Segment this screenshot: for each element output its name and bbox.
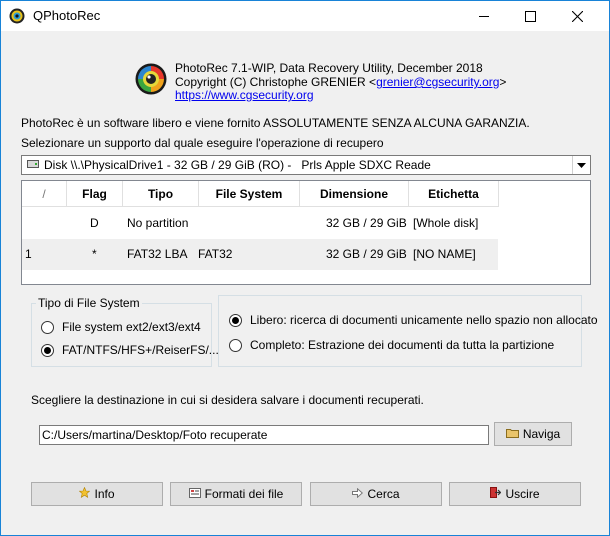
radio-whole-partition[interactable]: Completo: Estrazione dei documenti da tu… (229, 338, 554, 352)
minimize-button[interactable] (461, 1, 507, 31)
search-button-label: Cerca (367, 487, 400, 501)
maximize-icon (524, 10, 536, 22)
row-number: 1 (25, 247, 32, 261)
disk-select[interactable]: Disk \\.\PhysicalDrive1 - 32 GB / 29 GiB… (21, 155, 591, 175)
table-row[interactable]: 1 * FAT32 LBA FAT32 32 GB / 29 GiB [NO N… (22, 239, 498, 270)
qphotorec-window: QPhotoRec PhotoRec 7.1-WIP, Data Recover… (0, 0, 610, 536)
radio-fat-button[interactable] (41, 343, 54, 357)
minimize-icon (479, 16, 489, 17)
folder-icon (505, 427, 519, 441)
close-icon (571, 10, 583, 22)
copyright-prefix: Copyright (C) Christophe GRENIER < (175, 75, 377, 89)
dropdown-arrow-icon[interactable] (572, 156, 590, 174)
copyright-line: Copyright (C) Christophe GRENIER <grenie… (175, 75, 506, 89)
info-star-icon (79, 486, 91, 501)
exit-button[interactable]: Uscire (449, 482, 581, 506)
close-button[interactable] (554, 1, 600, 31)
destination-path-input[interactable] (39, 425, 489, 445)
row-flag: * (92, 247, 97, 261)
table-header: / Flag Tipo File System Dimensione Etich… (22, 181, 590, 207)
browse-button[interactable]: Naviga (494, 422, 572, 446)
radio-fat-label: FAT/NTFS/HFS+/ReiserFS/... (62, 343, 219, 357)
exit-icon (490, 487, 502, 501)
disk-drive-icon (27, 160, 39, 168)
license-text: PhotoRec è un software libero e viene fo… (21, 116, 530, 130)
exit-button-label: Uscire (505, 487, 540, 501)
copyright-suffix: > (499, 75, 507, 89)
info-button-label: Info (94, 487, 115, 501)
radio-free-label: Libero: ricerca di documenti unicamente … (250, 313, 598, 327)
column-header-size[interactable]: Dimensione (300, 181, 409, 207)
radio-ext-label: File system ext2/ext3/ext4 (62, 320, 201, 334)
radio-ext-filesystem[interactable]: File system ext2/ext3/ext4 (41, 320, 201, 334)
row-size: 32 GB / 29 GiB (326, 216, 407, 230)
search-scope-group (218, 295, 582, 367)
radio-whole-label: Completo: Estrazione dei documenti da tu… (250, 338, 555, 352)
search-button[interactable]: Cerca (310, 482, 442, 506)
browse-button-label: Naviga (522, 427, 561, 441)
row-filesystem: FAT32 (198, 247, 233, 261)
table-row[interactable]: D No partition 32 GB / 29 GiB [Whole dis… (22, 208, 498, 239)
search-arrow-icon (352, 487, 364, 501)
radio-fat-filesystem[interactable]: FAT/NTFS/HFS+/ReiserFS/... (41, 343, 219, 357)
radio-free-space[interactable]: Libero: ricerca di documenti unicamente … (229, 313, 598, 327)
column-header-number[interactable]: / (22, 181, 67, 207)
file-formats-button[interactable]: Formati dei file (170, 482, 302, 506)
radio-ext-button[interactable] (41, 320, 54, 334)
column-header-type[interactable]: Tipo (123, 181, 199, 207)
disk-select-value: Disk \\.\PhysicalDrive1 - 32 GB / 29 GiB… (44, 158, 431, 172)
window-title: QPhotoRec (33, 8, 101, 23)
website-link[interactable]: https://www.cgsecurity.org (175, 88, 314, 102)
file-formats-icon (188, 487, 201, 501)
destination-label: Scegliere la destinazione in cui si desi… (31, 393, 424, 407)
row-label: [NO NAME] (413, 247, 476, 261)
email-link[interactable]: grenier@cgsecurity.org (376, 75, 499, 89)
maximize-button[interactable] (507, 1, 553, 31)
radio-free-button[interactable] (229, 313, 242, 327)
photorec-logo-icon (135, 63, 167, 95)
photorec-app-icon (9, 8, 25, 24)
file-formats-button-label: Formati dei file (204, 487, 284, 501)
select-media-label: Selezionare un supporto dal quale esegui… (21, 136, 384, 150)
row-size: 32 GB / 29 GiB (326, 247, 407, 261)
row-type: FAT32 LBA (127, 247, 188, 261)
info-button[interactable]: Info (31, 482, 163, 506)
website-row: https://www.cgsecurity.org (175, 88, 314, 102)
column-header-label[interactable]: Etichetta (409, 181, 499, 207)
column-header-flag[interactable]: Flag (67, 181, 123, 207)
app-version-line: PhotoRec 7.1-WIP, Data Recovery Utility,… (175, 61, 483, 75)
partition-table[interactable]: / Flag Tipo File System Dimensione Etich… (21, 180, 591, 285)
row-label: [Whole disk] (413, 216, 479, 230)
column-header-filesystem[interactable]: File System (199, 181, 300, 207)
row-type: No partition (127, 216, 189, 230)
filesystem-type-legend: Tipo di File System (38, 296, 140, 310)
row-flag: D (90, 216, 99, 230)
title-bar: QPhotoRec (1, 1, 609, 31)
radio-whole-button[interactable] (229, 338, 242, 352)
